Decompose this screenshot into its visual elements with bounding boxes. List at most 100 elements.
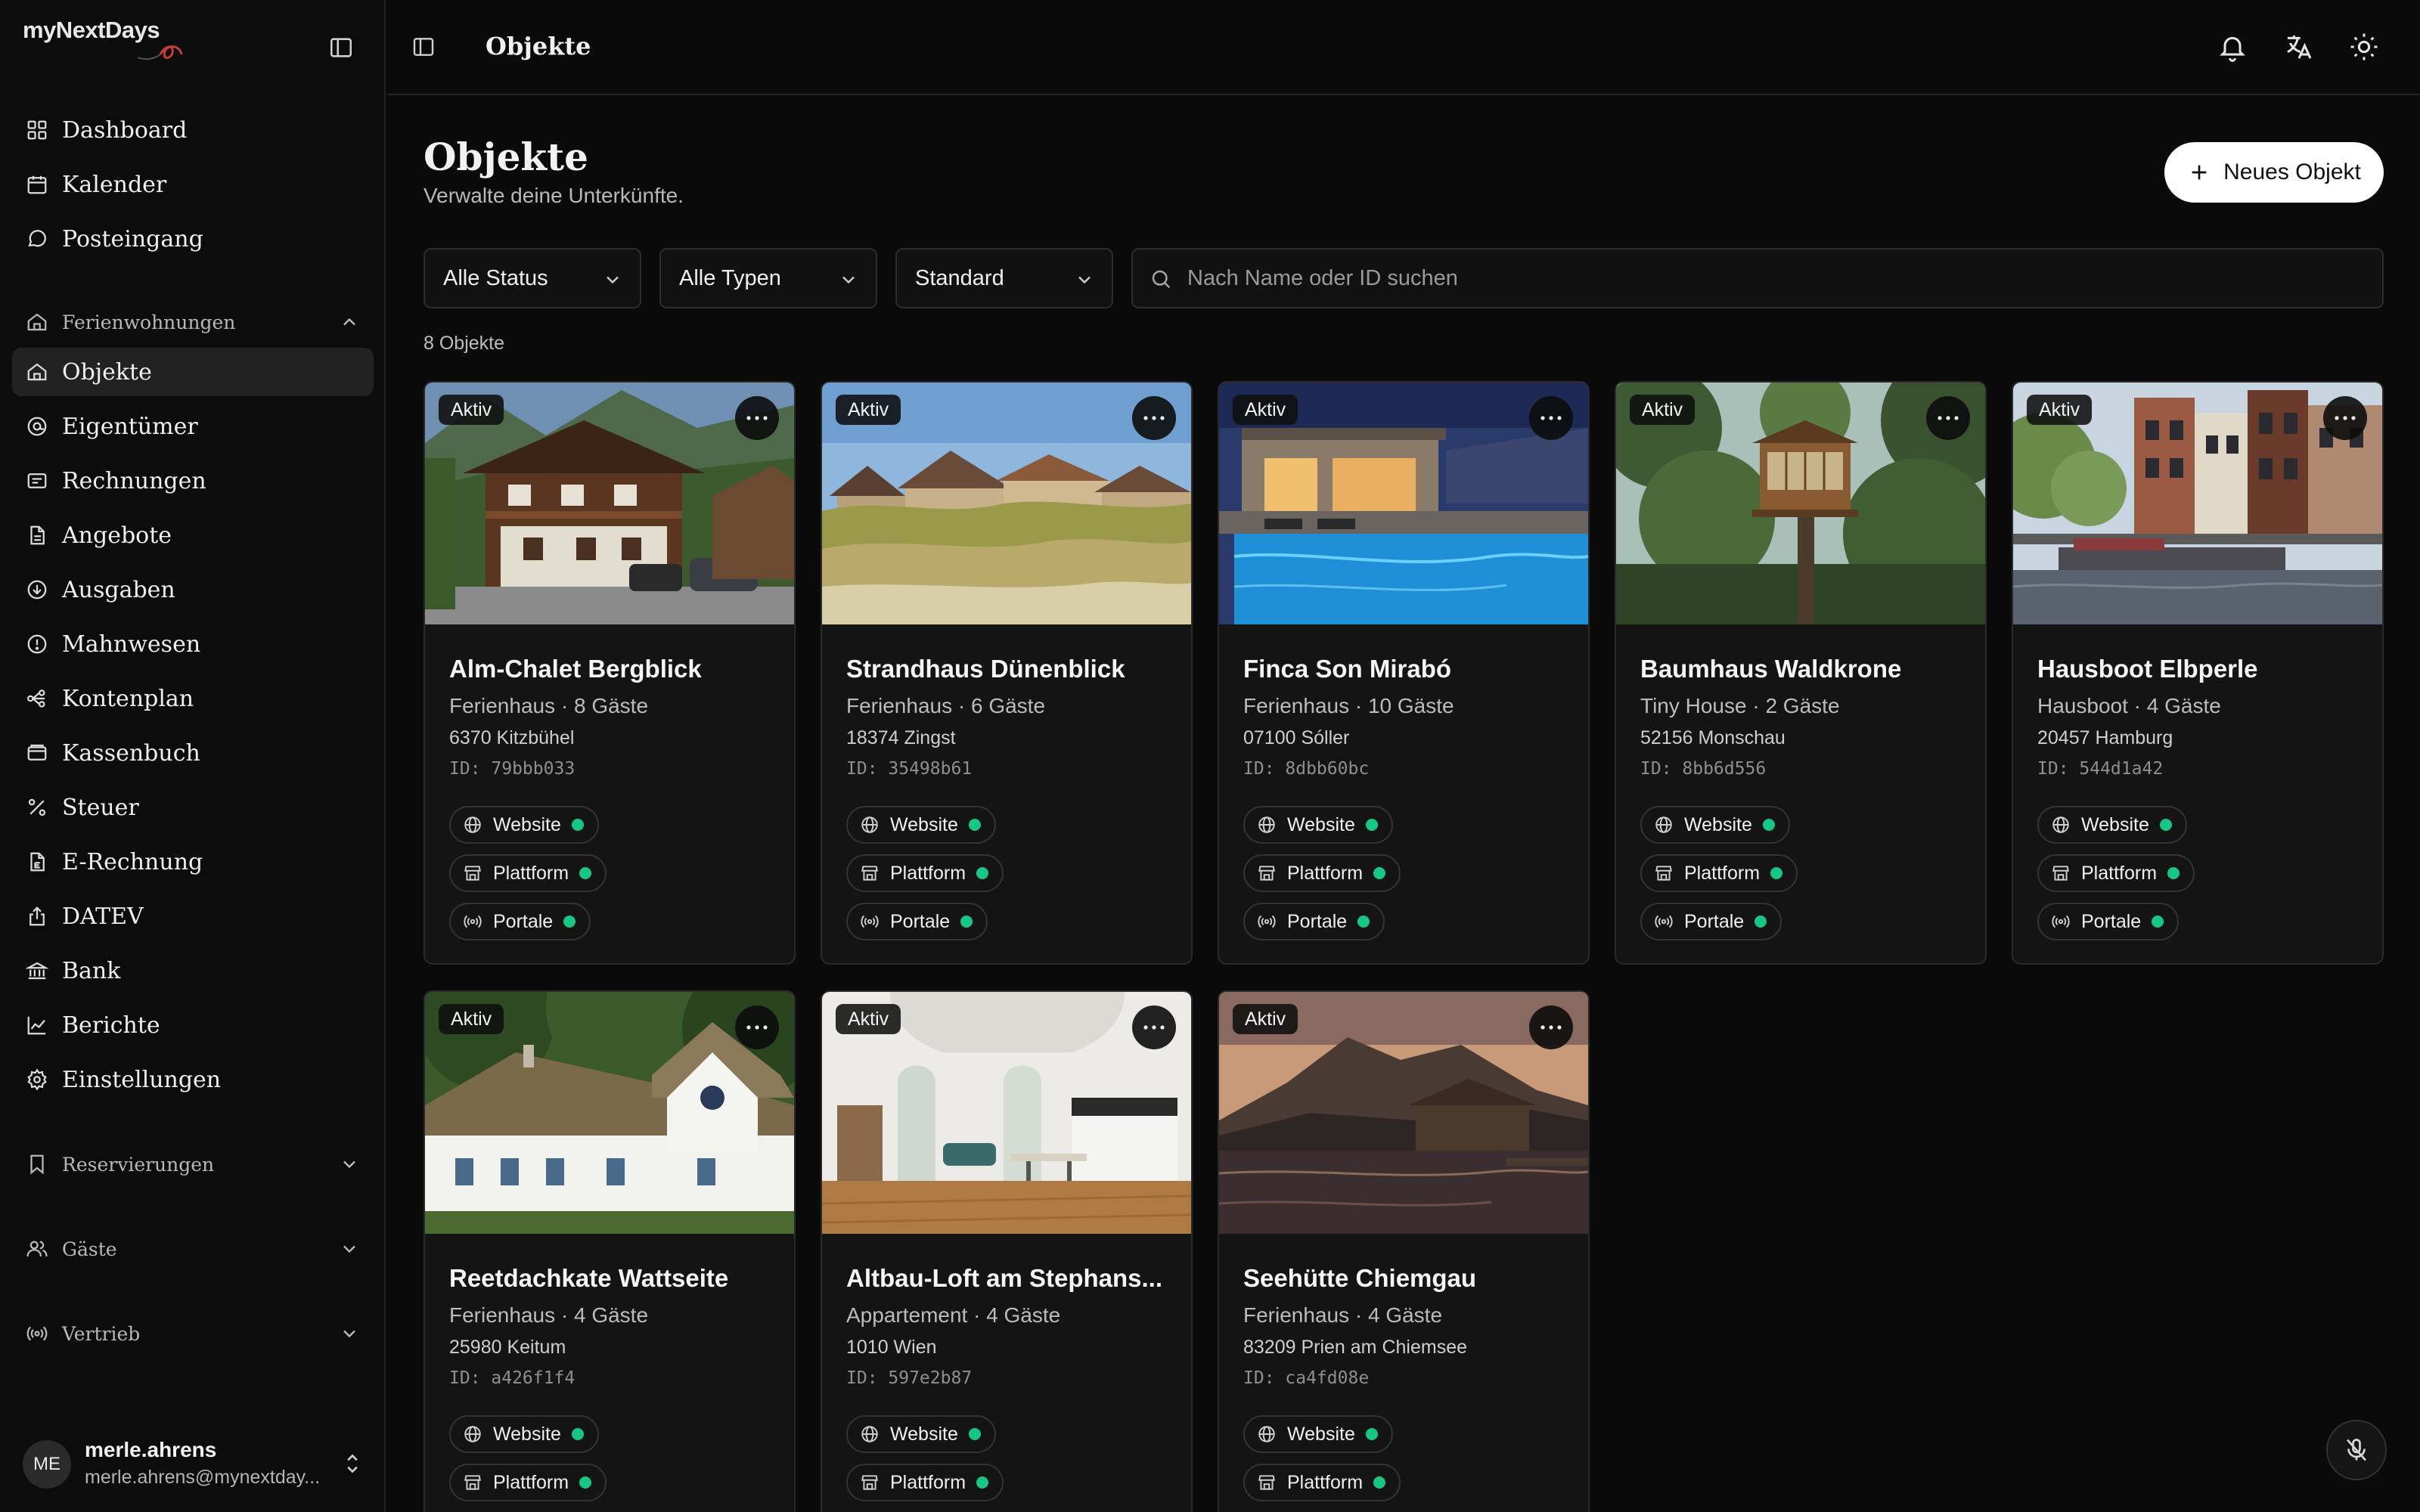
nav-rechnungen[interactable]: Rechnungen [12,457,374,505]
channel-portals-chip[interactable]: Portale [846,903,988,940]
property-name[interactable]: Reetdachkate Wattseite [449,1264,782,1293]
translate-icon[interactable] [2284,32,2314,62]
section-label: Reservierungen [62,1153,215,1176]
property-card[interactable]: Aktiv Strandhaus Dünenblick Ferienhaus ·… [821,381,1193,965]
sidebar: myNextDays Dashboard Kalender Posteingan… [0,0,386,1512]
more-options-button[interactable] [1132,396,1176,440]
more-options-button[interactable] [2323,396,2367,440]
property-card[interactable]: Aktiv Reetdachkate Wattseite Ferienhaus … [424,990,796,1512]
channel-platform-chip[interactable]: Plattform [1640,854,1798,892]
more-options-button[interactable] [1529,1005,1573,1049]
status-dot [571,1428,584,1440]
invoice-icon [27,473,47,488]
property-name[interactable]: Finca Son Mirabó [1243,655,1576,683]
nav-kassenbuch[interactable]: Kassenbuch [12,729,374,777]
channel-platform-chip[interactable]: Plattform [2037,854,2195,892]
mic-off-button[interactable] [2326,1420,2387,1480]
property-name[interactable]: Strandhaus Dünenblick [846,655,1179,683]
section-vertrieb[interactable]: Vertrieb [12,1312,374,1355]
nav-posteingang[interactable]: Posteingang [12,215,374,263]
status-dot [1365,1428,1378,1440]
channel-platform-chip[interactable]: Plattform [846,854,1004,892]
bell-icon[interactable] [2217,32,2248,62]
channel-platform-chip[interactable]: Plattform [449,1464,607,1501]
property-type: Tiny House · 2 Gäste [1640,694,1840,717]
more-options-button[interactable] [1132,1005,1176,1049]
search-box[interactable] [1131,248,2384,308]
channel-website-chip[interactable]: Website [449,1415,599,1453]
property-id: ID: 8bb6d556 [1640,759,1767,779]
chip-label: Plattform [890,1471,966,1493]
channel-platform-chip[interactable]: Plattform [449,854,607,892]
section-label: Ferienwohnungen [62,311,236,333]
channel-website-chip[interactable]: Website [1640,806,1790,844]
property-name[interactable]: Seehütte Chiemgau [1243,1264,1576,1293]
nav-steuer[interactable]: Steuer [12,783,374,832]
new-property-button[interactable]: Neues Objekt [2164,142,2384,203]
property-address: 18374 Zingst [846,727,956,748]
status-badge: Aktiv [836,395,901,425]
channel-website-chip[interactable]: Website [1243,1415,1393,1453]
nav-ausgaben[interactable]: Ausgaben [12,565,374,614]
nav-einstellungen[interactable]: Einstellungen [12,1055,374,1104]
status-filter-select[interactable]: Alle Status [424,248,641,308]
property-card[interactable]: Aktiv Baumhaus Waldkrone Tiny House · 2 … [1615,381,1987,965]
section-gaeste[interactable]: Gäste [12,1228,374,1270]
user-menu[interactable]: ME merle.ahrens merle.ahrens@mynextday..… [23,1436,363,1489]
nav-bank[interactable]: Bank [12,947,374,995]
nav-berichte[interactable]: Berichte [12,1001,374,1049]
channel-platform-chip[interactable]: Plattform [1243,854,1401,892]
property-card[interactable]: Aktiv Seehütte Chiemgau Ferienhaus · 4 G… [1218,990,1590,1512]
status-dot [976,1476,989,1489]
section-reservierungen[interactable]: Reservierungen [12,1143,374,1185]
search-input[interactable] [1187,249,2367,307]
nav-e-rechnung[interactable]: E-Rechnung [12,838,374,886]
channel-platform-chip[interactable]: Plattform [846,1464,1004,1501]
section-ferienwohnungen[interactable]: Ferienwohnungen [12,301,374,343]
channel-portals-chip[interactable]: Portale [2037,903,2180,940]
channel-website-chip[interactable]: Website [449,806,599,844]
nav-eigentuemer[interactable]: Eigentümer [12,402,374,451]
channel-portals-chip[interactable]: Portale [1640,903,1782,940]
property-card[interactable]: Aktiv Finca Son Mirabó Ferienhaus · 10 G… [1218,381,1590,965]
channel-website-chip[interactable]: Website [2037,806,2187,844]
nav-kontenplan[interactable]: Kontenplan [12,674,374,723]
sidebar-toggle-icon[interactable] [411,35,436,59]
channel-website-chip[interactable]: Website [1243,806,1393,844]
property-name[interactable]: Hausboot Elbperle [2037,655,2370,683]
nav-label: Objekte [62,358,152,386]
nav-mahnwesen[interactable]: Mahnwesen [12,620,374,668]
channel-portals-chip[interactable]: Portale [1243,903,1385,940]
sort-select[interactable]: Standard [895,248,1113,308]
nav-kalender[interactable]: Kalender [12,160,374,209]
property-type: Ferienhaus · 4 Gäste [449,1303,649,1327]
property-name[interactable]: Alm-Chalet Bergblick [449,655,782,683]
ellipsis-icon [1540,1025,1562,1030]
property-name[interactable]: Baumhaus Waldkrone [1640,655,1973,683]
nav-objekte[interactable]: Objekte [12,348,374,396]
nav-angebote[interactable]: Angebote [12,511,374,559]
channel-platform-chip[interactable]: Plattform [1243,1464,1401,1501]
chevron-down-icon [343,1245,355,1253]
property-id: ID: 79bbb033 [449,759,576,779]
more-options-button[interactable] [735,396,779,440]
globe-icon [464,816,481,833]
calendar-icon [27,175,47,194]
sidebar-toggle-icon[interactable] [328,35,354,60]
property-card[interactable]: Aktiv Alm-Chalet Bergblick Ferienhaus · … [424,381,796,965]
channel-portals-chip[interactable]: Portale [449,903,591,940]
type-filter-select[interactable]: Alle Typen [659,248,877,308]
channel-website-chip[interactable]: Website [846,806,996,844]
nav-label: Bank [62,957,121,984]
avatar: ME [23,1440,71,1489]
property-name[interactable]: Altbau-Loft am Stephans... [846,1264,1179,1293]
more-options-button[interactable] [735,1005,779,1049]
more-options-button[interactable] [1926,396,1970,440]
nav-datev[interactable]: DATEV [12,892,374,940]
nav-dashboard[interactable]: Dashboard [12,106,374,154]
property-card[interactable]: Aktiv Altbau-Loft am Stephans... Apparte… [821,990,1193,1512]
sun-icon[interactable] [2349,32,2379,62]
more-options-button[interactable] [1529,396,1573,440]
property-card[interactable]: Aktiv Hausboot Elbperle Hausboot · 4 Gäs… [2012,381,2384,965]
channel-website-chip[interactable]: Website [846,1415,996,1453]
